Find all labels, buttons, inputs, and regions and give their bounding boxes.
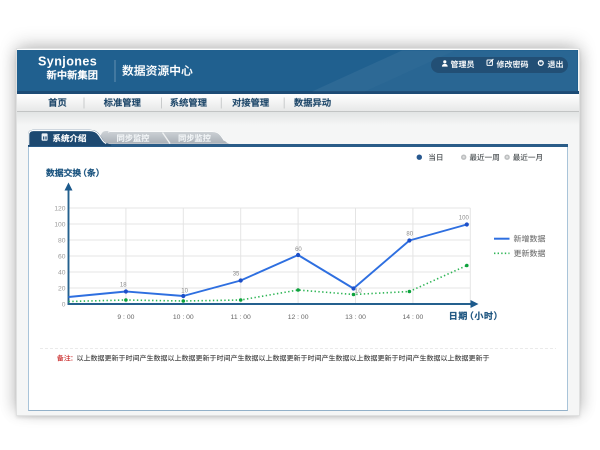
svg-text:10 : 00: 10 : 00 [173, 314, 194, 321]
svg-text:12 : 00: 12 : 00 [288, 314, 309, 321]
svg-text:80: 80 [58, 238, 66, 245]
svg-text:10: 10 [355, 289, 362, 295]
svg-text:9 : 00: 9 : 00 [117, 314, 134, 321]
svg-text:100: 100 [54, 222, 65, 229]
svg-text:18: 18 [120, 283, 127, 289]
svg-text:14 : 00: 14 : 00 [403, 314, 424, 321]
svg-text:20: 20 [58, 286, 66, 293]
svg-text:13 : 00: 13 : 00 [345, 314, 366, 321]
svg-text:40: 40 [58, 270, 66, 277]
svg-text:11 : 00: 11 : 00 [231, 314, 252, 321]
svg-text:100: 100 [459, 216, 470, 222]
svg-text:120: 120 [54, 206, 65, 213]
svg-text:60: 60 [295, 247, 302, 253]
svg-text:80: 80 [406, 232, 413, 238]
svg-text:Synjones: Synjones [38, 55, 97, 69]
svg-text:35: 35 [233, 272, 240, 278]
svg-text:10: 10 [181, 289, 188, 295]
svg-text:0: 0 [62, 302, 66, 309]
svg-text:60: 60 [58, 254, 66, 261]
